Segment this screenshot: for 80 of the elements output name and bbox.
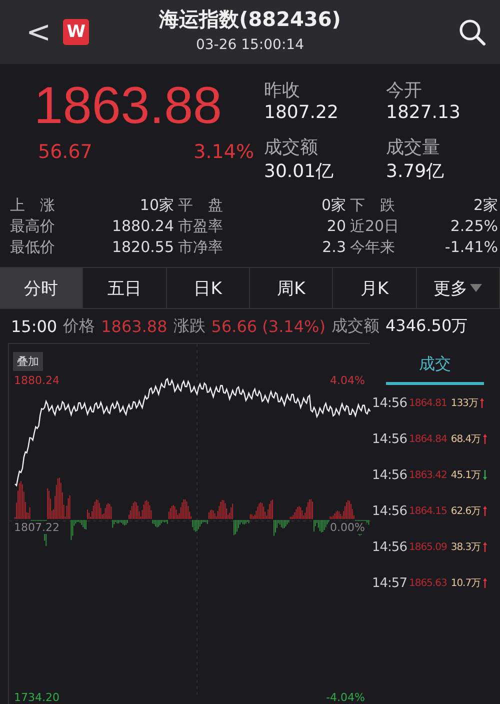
- stat-value: 2家: [472, 196, 499, 215]
- field-value: 3.79亿: [386, 160, 446, 182]
- field-label: 成交额: [264, 136, 319, 158]
- field-label: 成交量: [386, 136, 441, 158]
- price-label: 价格: [63, 316, 96, 336]
- caret-icon: [470, 284, 482, 292]
- trade-price: 1864.84: [408, 434, 447, 444]
- axis-label: 0.00%: [329, 521, 366, 534]
- chart-tab[interactable]: 更多: [416, 268, 500, 308]
- stat-label: 平 盘: [178, 196, 224, 215]
- stat-value: 1880.24: [110, 217, 175, 236]
- trade-time: 14:56: [372, 468, 407, 482]
- amount-value: 4346.50万: [385, 316, 468, 336]
- up-arrow-icon: [482, 578, 487, 588]
- stat-label: 最低价: [10, 238, 56, 257]
- trade-volume: 10.7万: [450, 577, 481, 590]
- trade-price: 1864.15: [408, 506, 447, 516]
- current-price: 1863.88: [34, 78, 223, 136]
- trades-tab[interactable]: 成交: [386, 347, 484, 385]
- stat-label: 上 涨: [10, 196, 56, 215]
- up-arrow-icon: [482, 506, 487, 516]
- field-value: 30.01亿: [264, 160, 335, 182]
- trade-price: 1864.81: [408, 398, 447, 408]
- change-label: 涨跌: [173, 316, 206, 336]
- up-arrow-icon: [480, 398, 484, 408]
- chart-tab[interactable]: 月K: [333, 268, 417, 308]
- stat-label: 市盈率: [178, 217, 224, 236]
- search-button[interactable]: [458, 18, 486, 46]
- stat-label: 下 跌: [350, 196, 396, 215]
- field-label: 昨收: [264, 79, 301, 102]
- field-value: 1807.22: [264, 102, 340, 123]
- trade-volume: 133万: [450, 397, 478, 410]
- trade-time: 14:56: [372, 396, 407, 410]
- chart-tab[interactable]: 分时: [0, 268, 84, 308]
- amount-label: 成交额: [331, 316, 380, 336]
- stat-value: -1.41%: [444, 238, 499, 257]
- trade-time: 14:56: [372, 432, 407, 446]
- chart-tab[interactable]: 五日: [83, 268, 167, 308]
- stat-value: 2.25%: [449, 217, 499, 236]
- update-time: 03-26 15:00:14: [196, 37, 304, 53]
- axis-label: 1880.24: [13, 374, 60, 387]
- trade-volume: 38.3万: [450, 541, 481, 554]
- up-arrow-icon: [482, 434, 487, 444]
- trade-volume: 62.6万: [450, 505, 481, 518]
- stat-value: 2.3: [321, 238, 347, 257]
- trade-volume: 45.1万: [450, 469, 481, 482]
- up-arrow-icon: [482, 542, 487, 552]
- chart-tab[interactable]: 日K: [166, 268, 250, 308]
- page-title: 海运指数(882436): [159, 6, 341, 33]
- stat-label: 近20日: [350, 217, 400, 236]
- field-value: 1827.13: [386, 102, 462, 123]
- trade-price: 1865.63: [408, 578, 447, 588]
- trade-volume: 68.4万: [450, 433, 481, 446]
- back-button[interactable]: <: [26, 14, 52, 50]
- stat-value: 1820.55: [110, 238, 175, 257]
- trade-price: 1863.42: [408, 470, 447, 480]
- change-value: 56.66 (3.14%): [211, 316, 326, 336]
- trade-time: 14:56: [372, 540, 407, 554]
- percent-change: 3.14%: [194, 141, 254, 164]
- stat-label: 市净率: [178, 238, 224, 257]
- stat-value: 10家: [138, 196, 175, 215]
- trade-price: 1865.09: [408, 542, 447, 552]
- stat-label: 今年来: [350, 238, 396, 257]
- price-value: 1863.88: [101, 316, 168, 336]
- chart-tab[interactable]: 周K: [250, 268, 334, 308]
- axis-label: 4.04%: [329, 374, 366, 387]
- trade-time: 14:56: [372, 504, 407, 518]
- down-arrow-icon: [482, 470, 487, 480]
- stat-value: 0家: [320, 196, 347, 215]
- quote-time: 15:00: [11, 316, 58, 336]
- app-logo: W: [63, 19, 90, 45]
- overlay-button[interactable]: 叠加: [13, 352, 43, 371]
- trade-time: 14:57: [372, 576, 407, 590]
- axis-label: -4.04%: [325, 691, 366, 704]
- price-change: 56.67: [38, 141, 92, 164]
- field-label: 今开: [386, 79, 423, 102]
- stat-value: 20: [326, 217, 347, 236]
- stat-label: 最高价: [10, 217, 56, 236]
- axis-label: 1734.20: [13, 691, 60, 704]
- axis-label: 1807.22: [13, 521, 60, 534]
